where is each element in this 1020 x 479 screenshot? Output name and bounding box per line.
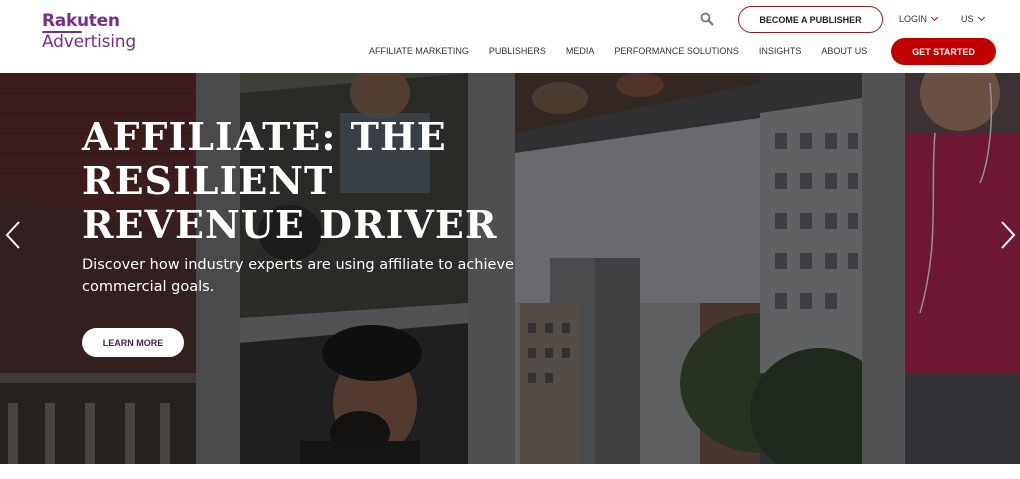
hero-headline: AFFILIATE: THE RESILIENT REVENUE DRIVER xyxy=(82,114,498,247)
carousel-prev-button[interactable] xyxy=(3,220,25,250)
nav-item-insights[interactable]: INSIGHTS xyxy=(759,46,802,56)
get-started-button[interactable]: GET STARTED xyxy=(891,38,996,65)
chevron-right-icon xyxy=(1001,221,1016,249)
region-label: US xyxy=(961,14,974,24)
carousel-next-button[interactable] xyxy=(996,220,1018,250)
nav-item-affiliate-marketing[interactable]: AFFILIATE MARKETING xyxy=(369,46,469,56)
nav-item-media[interactable]: MEDIA xyxy=(566,46,595,56)
search-icon[interactable] xyxy=(700,12,714,26)
nav-item-about-us[interactable]: ABOUT US xyxy=(821,46,867,56)
chevron-down-icon xyxy=(977,13,985,22)
logo-wordmark-rakuten: Rakuten xyxy=(42,11,120,31)
nav-item-performance-solutions[interactable]: PERFORMANCE SOLUTIONS xyxy=(614,46,739,56)
login-label: LOGIN xyxy=(899,14,928,24)
hero-carousel: AFFILIATE: THE RESILIENT REVENUE DRIVER … xyxy=(0,73,1020,464)
become-publisher-button[interactable]: BECOME A PUBLISHER xyxy=(738,6,883,33)
hero-subtitle: Discover how industry experts are using … xyxy=(82,257,514,295)
nav-item-publishers[interactable]: PUBLISHERS xyxy=(489,46,546,56)
logo-wordmark-advertising: Advertising xyxy=(42,32,136,52)
chevron-left-icon xyxy=(5,221,20,249)
login-dropdown[interactable]: LOGIN xyxy=(899,13,939,24)
learn-more-button[interactable]: LEARN MORE xyxy=(82,328,184,357)
site-header: Rakuten Advertising BECOME A PUBLISHER L… xyxy=(0,0,1020,73)
rakuten-advertising-logo[interactable]: Rakuten Advertising xyxy=(42,13,136,51)
page-below-fold xyxy=(0,464,1020,479)
region-dropdown[interactable]: US xyxy=(961,13,985,24)
main-nav: AFFILIATE MARKETING PUBLISHERS MEDIA PER… xyxy=(369,46,887,56)
chevron-down-icon xyxy=(930,13,939,22)
